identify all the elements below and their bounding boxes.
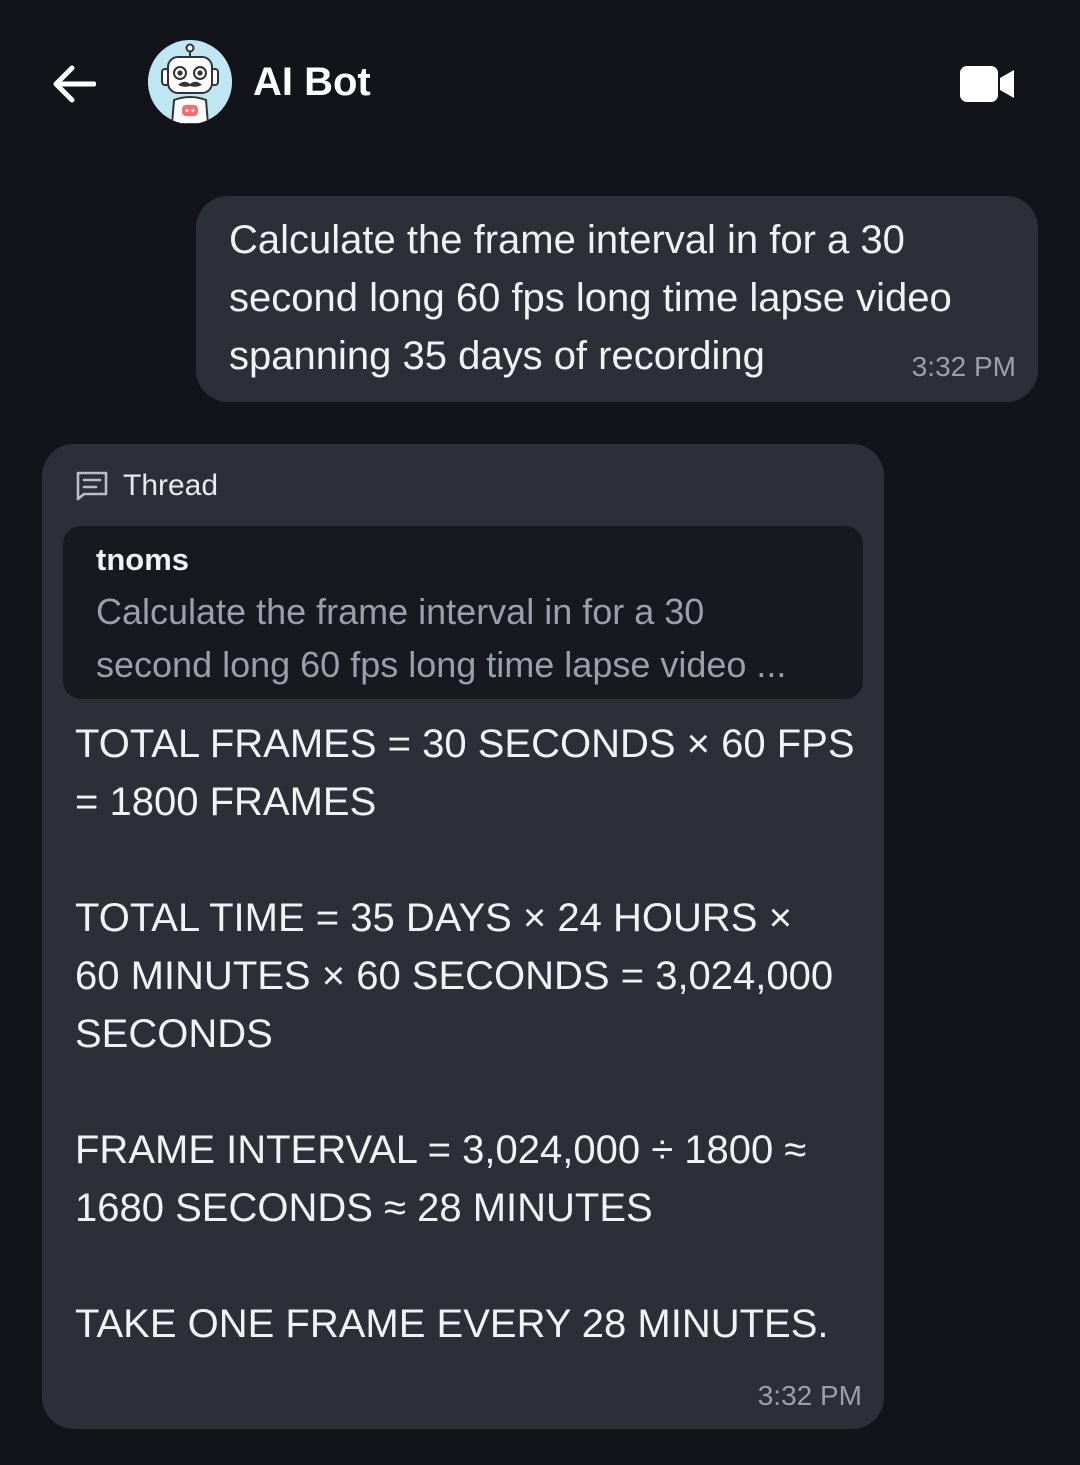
- thread-label: Thread: [123, 469, 219, 502]
- thread-icon: [76, 471, 108, 501]
- video-call-button[interactable]: [954, 56, 1020, 112]
- quoted-message-text: Calculate the frame interval in for a 30…: [96, 591, 787, 685]
- user-message-bubble[interactable]: Calculate the frame interval in for a 30…: [196, 196, 1038, 402]
- message-timestamp: 3:32 PM: [757, 1380, 862, 1411]
- answer-paragraph: TOTAL TIME = 35 DAYS × 24 HOURS × 60 MIN…: [75, 896, 834, 1056]
- quoted-message-author: tnoms: [96, 542, 189, 577]
- user-message-text: Calculate the frame interval in for a 30…: [229, 218, 952, 378]
- bot-message-bubble[interactable]: Thread tnoms Calculate the frame interva…: [42, 444, 884, 1429]
- avatar[interactable]: [148, 40, 232, 124]
- answer-paragraph: FRAME INTERVAL = 3,024,000 ÷ 1800 ≈ 1680…: [75, 1128, 807, 1230]
- video-camera-icon: [960, 66, 1014, 102]
- answer-paragraph: TAKE ONE FRAME EVERY 28 MINUTES.: [75, 1302, 829, 1346]
- bot-message-text: TOTAL FRAMES = 30 SECONDS × 60 FPS = 180…: [75, 715, 865, 1411]
- message-timestamp: 3:32 PM: [911, 351, 1016, 382]
- chat-title[interactable]: AI Bot: [253, 58, 371, 106]
- answer-paragraph: TOTAL FRAMES = 30 SECONDS × 60 FPS = 180…: [75, 722, 855, 824]
- chat-header: AI Bot: [0, 0, 1080, 165]
- back-button[interactable]: [46, 56, 102, 112]
- thread-indicator[interactable]: Thread: [75, 466, 218, 506]
- robot-avatar-icon: [148, 40, 232, 124]
- arrow-left-icon: [53, 65, 96, 103]
- quoted-message[interactable]: tnoms Calculate the frame interval in fo…: [63, 526, 863, 699]
